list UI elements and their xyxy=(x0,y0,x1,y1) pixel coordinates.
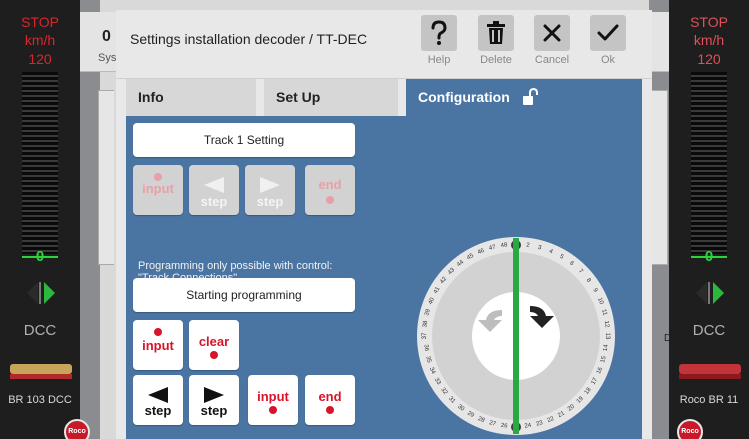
end-label: end xyxy=(318,177,342,192)
input-confirm-dot-icon xyxy=(269,406,277,414)
track-setting-button[interactable]: Track 1 Setting xyxy=(133,123,355,157)
end-dot-icon xyxy=(326,406,334,414)
direction-left-icon[interactable] xyxy=(27,282,38,304)
background-panel-left xyxy=(98,90,114,265)
input-dot-icon xyxy=(154,173,162,181)
stop-label[interactable]: STOP xyxy=(669,14,749,30)
max-speed: 120 xyxy=(28,51,52,67)
note-line-1: Programming only possible with control: xyxy=(138,260,333,272)
step-back-button[interactable]: step xyxy=(133,375,183,425)
step-back-button-disabled[interactable]: step xyxy=(189,165,239,215)
unlock-icon xyxy=(522,87,538,106)
speed-unit: km/h xyxy=(693,32,725,48)
background-sys-label: Sys xyxy=(98,52,117,64)
check-icon xyxy=(590,15,626,51)
current-speed: 0 xyxy=(35,248,45,265)
step-forward-label: step xyxy=(200,403,228,418)
input-confirm-label: input xyxy=(257,389,289,404)
cancel-button[interactable]: Cancel xyxy=(527,15,577,75)
track-number-13[interactable]: 13 xyxy=(604,333,610,340)
arrow-left-icon xyxy=(204,177,224,193)
direction-left-icon[interactable] xyxy=(696,282,707,304)
input-label: input xyxy=(142,181,174,196)
arrow-right-icon xyxy=(204,387,224,403)
delete-label: Delete xyxy=(480,54,512,66)
input-confirm-button[interactable]: input xyxy=(248,375,298,425)
step-forward-button[interactable]: step xyxy=(189,375,239,425)
clear-button[interactable]: clear xyxy=(189,320,239,370)
step-back-label: step xyxy=(200,194,228,209)
end-button-disabled[interactable]: end xyxy=(305,165,355,215)
dialog-title: Settings installation decoder / TT-DEC xyxy=(130,31,368,47)
turntable-dial[interactable]: 1234567891011121314151617181920212223242… xyxy=(416,236,616,436)
loco-stripe xyxy=(10,374,72,379)
track-number-37[interactable]: 37 xyxy=(422,332,428,339)
end-dot-icon xyxy=(326,196,334,204)
protocol-label: DCC xyxy=(692,322,726,339)
step-forward-button-disabled[interactable]: step xyxy=(245,165,295,215)
end-label: end xyxy=(318,389,342,404)
tab-configuration-label: Configuration xyxy=(418,89,510,105)
current-speed: 0 xyxy=(704,248,714,265)
protocol-label: DCC xyxy=(23,322,57,339)
step-forward-label: step xyxy=(256,194,284,209)
locomotive-image[interactable] xyxy=(669,362,749,382)
delete-button[interactable]: Delete xyxy=(471,15,521,75)
input-button[interactable]: input xyxy=(133,320,183,370)
speed-unit: km/h xyxy=(24,32,56,48)
stop-label[interactable]: STOP xyxy=(0,14,80,30)
roco-logo-icon: Roco xyxy=(64,419,90,439)
background-zero-label: 0 xyxy=(102,28,111,45)
question-icon xyxy=(421,15,457,51)
arrow-right-icon xyxy=(260,177,280,193)
input-button-disabled[interactable]: input xyxy=(133,165,183,215)
background-panel-right xyxy=(652,90,668,265)
direction-divider xyxy=(708,282,710,304)
locomotive-image[interactable] xyxy=(0,362,80,382)
end-button[interactable]: end xyxy=(305,375,355,425)
speed-slider[interactable] xyxy=(691,72,727,254)
tab-info-label: Info xyxy=(138,89,164,105)
cancel-label: Cancel xyxy=(534,54,570,66)
loco-stripe xyxy=(679,374,741,379)
settings-dialog: Settings installation decoder / TT-DEC H… xyxy=(116,10,652,439)
help-button[interactable]: Help xyxy=(414,15,464,75)
turntable-bridge[interactable] xyxy=(513,238,519,434)
speed-slider[interactable] xyxy=(22,72,58,254)
trash-icon xyxy=(478,15,514,51)
direction-divider xyxy=(39,282,41,304)
loco-body xyxy=(10,364,72,374)
roco-logo-icon: Roco xyxy=(677,419,703,439)
ok-button[interactable]: Ok xyxy=(583,15,633,75)
loco-name: BR 103 DCC xyxy=(8,394,72,406)
step-back-label: step xyxy=(144,403,172,418)
direction-toggle[interactable] xyxy=(669,280,749,306)
direction-toggle[interactable] xyxy=(0,280,80,306)
ok-label: Ok xyxy=(600,54,616,66)
tab-set-up-label: Set Up xyxy=(276,89,321,105)
close-icon xyxy=(534,15,570,51)
input-label: input xyxy=(142,338,174,353)
loco-body xyxy=(679,364,741,374)
arrow-left-icon xyxy=(148,387,168,403)
help-label: Help xyxy=(427,54,451,66)
direction-right-icon[interactable] xyxy=(44,282,55,304)
clear-dot-icon xyxy=(210,351,218,359)
start-programming-button[interactable]: Starting programming xyxy=(133,278,355,312)
input-dot-icon xyxy=(154,328,162,336)
clear-label: clear xyxy=(198,334,230,349)
direction-right-icon[interactable] xyxy=(713,282,724,304)
configuration-panel: Track 1 Setting input step step end Prog… xyxy=(126,116,642,439)
right-loco-panel[interactable]: STOP km/h 120 0 DCC Roco BR 11 Roco xyxy=(669,0,749,439)
tab-configuration[interactable]: Configuration xyxy=(406,79,642,116)
tab-info[interactable]: Info xyxy=(126,79,256,116)
left-loco-panel[interactable]: STOP km/h 120 0 DCC BR 103 DCC Roco xyxy=(0,0,90,439)
max-speed: 120 xyxy=(697,51,721,67)
tab-set-up[interactable]: Set Up xyxy=(264,79,398,116)
loco-name: Roco BR 11 xyxy=(679,394,739,406)
